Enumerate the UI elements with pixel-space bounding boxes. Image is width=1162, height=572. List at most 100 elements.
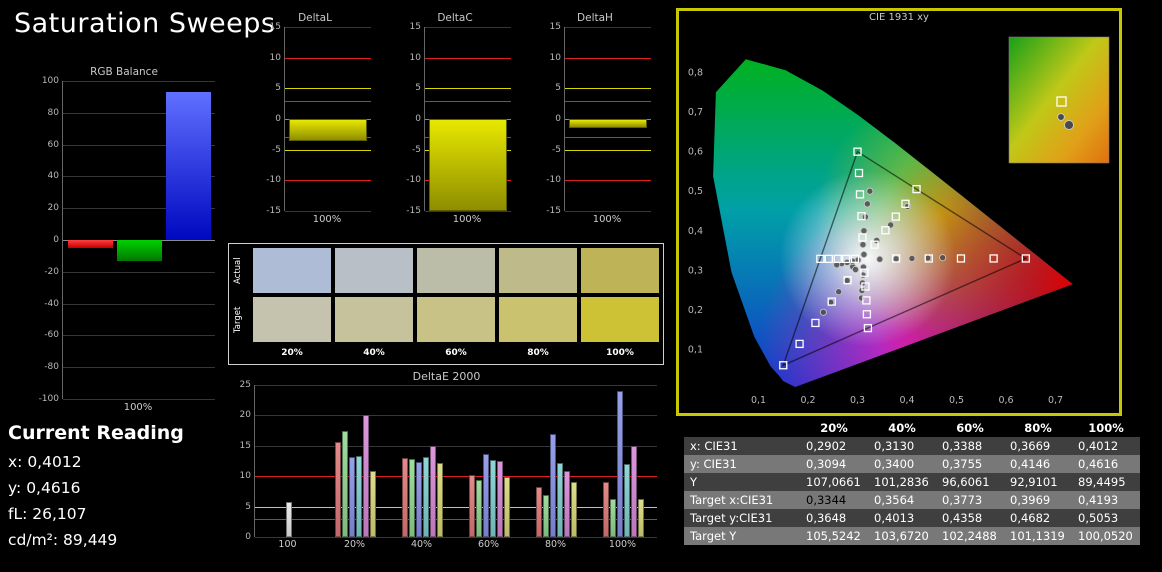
table-cell[interactable]: 0,4012: [1072, 437, 1140, 455]
table-row: x: CIE31 0,2902 0,3130 0,3388 0,3669 0,4012: [684, 437, 1140, 455]
table-cell[interactable]: 0,3400: [868, 455, 936, 473]
y-tick-label: 0: [555, 114, 561, 124]
delta-h-plot: 15 10 5 0 -5 -10 -15: [546, 22, 651, 216]
row-label: Target x:CIE31: [684, 491, 800, 509]
reference-line: [565, 149, 651, 151]
deltae-bar: [416, 461, 422, 537]
deltae-bar: [557, 462, 563, 537]
swatch-corner: [233, 346, 249, 360]
delta-l-chart: DeltaL 15 10 5 0 -5 -10 -15 100%: [256, 12, 374, 225]
table-cell[interactable]: 0,4358: [936, 509, 1004, 527]
y-tick-label: -15: [406, 206, 421, 216]
deltae-bar: [342, 430, 348, 537]
measured-circle: [835, 288, 843, 296]
column-header: 60%: [936, 419, 1004, 437]
grid-line: [285, 211, 371, 212]
grid-line: [255, 445, 657, 447]
cie-x-tick: 0,3: [850, 395, 865, 406]
table-cell[interactable]: 0,3773: [936, 491, 1004, 509]
table-cell[interactable]: 102,2488: [936, 527, 1004, 545]
target-swatch: [253, 297, 331, 342]
reference-line: [285, 57, 371, 59]
cie-1931-diagram: 0,1 0,2 0,3 0,4 0,5 0,6 0,7 0,1 0,2 0,3 0,4 0,5 0,6 0…: [688, 36, 1110, 406]
table-cell[interactable]: 96,6061: [936, 473, 1004, 491]
table-cell[interactable]: 0,3094: [800, 455, 868, 473]
x-tick-label: 20%: [343, 539, 366, 550]
grid-line: [63, 399, 215, 400]
grid-line: [63, 367, 215, 369]
delta-c-chart: DeltaC 15 10 5 0 -5 -10 -15 100%: [396, 12, 514, 225]
table-cell[interactable]: 92,9101: [1004, 473, 1072, 491]
deltae-bar: [571, 481, 577, 537]
y-tick-label: 10: [549, 52, 561, 63]
table-cell[interactable]: 0,3130: [868, 437, 936, 455]
y-tick-label: -80: [44, 362, 59, 373]
table-cell[interactable]: 100,0520: [1072, 527, 1140, 545]
reference-line: [565, 100, 651, 102]
grid-line: [565, 27, 651, 28]
y-tick-label: 25: [239, 380, 251, 390]
table-cell[interactable]: 0,3648: [800, 509, 868, 527]
table-cell[interactable]: 0,4146: [1004, 455, 1072, 473]
table-cell[interactable]: 0,3669: [1004, 437, 1072, 455]
table-cell[interactable]: 107,0661: [800, 473, 868, 491]
table-cell[interactable]: 0,3969: [1004, 491, 1072, 509]
y-tick-label: 5: [245, 501, 251, 512]
current-reading-line: cd/m²: 89,449: [8, 531, 118, 549]
cie-y-tick: 0,7: [688, 107, 703, 118]
table-cell[interactable]: 0,4013: [868, 509, 936, 527]
swatch-row-label-target: Target: [233, 306, 243, 333]
current-reading-line: y: 0,4616: [8, 479, 81, 497]
reference-line: [255, 518, 657, 520]
y-tick-label: 5: [555, 83, 561, 94]
rgb-bar: [116, 240, 162, 261]
y-tick-label: 60: [47, 139, 59, 150]
table-cell[interactable]: 103,6720: [868, 527, 936, 545]
deltae-bar: [469, 474, 475, 537]
table-cell[interactable]: 0,2902: [800, 437, 868, 455]
grid-line: [63, 303, 215, 305]
deltae-bar: [335, 441, 341, 537]
actual-swatch: [581, 248, 659, 293]
deltae-bar: [370, 470, 376, 537]
current-reading-lines: x: 0,4012 y: 0,4616 fL: 26,107 cd/m²: 89,44…: [8, 453, 184, 549]
table-cell[interactable]: 0,5053: [1072, 509, 1140, 527]
reference-line: [425, 88, 511, 90]
table-row: Target Y 105,5242 103,6720 102,2488 101,1319…: [684, 527, 1140, 545]
table-cell[interactable]: 0,3388: [936, 437, 1004, 455]
y-tick-label: -15: [266, 206, 281, 216]
table-cell[interactable]: 101,2836: [868, 473, 936, 491]
table-cell[interactable]: 105,5242: [800, 527, 868, 545]
y-tick-label: 0: [245, 532, 251, 542]
measured-circle: [904, 202, 912, 210]
measured-circle: [939, 254, 947, 262]
current-reading-line: fL: 26,107: [8, 505, 87, 523]
deltae-bar: [617, 391, 623, 537]
y-tick-label: -10: [266, 175, 281, 186]
deltae-bar: [497, 461, 503, 537]
cie-y-tick: 0,6: [688, 147, 703, 158]
column-header: 40%: [868, 419, 936, 437]
table-cell[interactable]: 0,4616: [1072, 455, 1140, 473]
deltae-bar: [476, 480, 482, 537]
measured-circle: [873, 236, 881, 244]
deltae-bar: [550, 433, 556, 537]
table-cell[interactable]: 0,4193: [1072, 491, 1140, 509]
table-cell[interactable]: 0,3344: [800, 491, 868, 509]
measured-circle: [863, 200, 871, 208]
y-tick-label: 5: [275, 83, 281, 94]
target-swatch: [417, 297, 495, 342]
y-tick-label: 0: [415, 114, 421, 124]
table-cell[interactable]: 0,4682: [1004, 509, 1072, 527]
current-reading-line: x: 0,4012: [8, 453, 82, 471]
rgb-balance-plot: 100 80 60 40 20 0 -20 -40 -60 -80 -100: [39, 76, 215, 404]
table-cell[interactable]: 101,1319: [1004, 527, 1072, 545]
rgb-balance-xlabel: 100%: [123, 402, 153, 413]
grid-line: [425, 211, 511, 212]
deltae-bar: [437, 462, 443, 537]
table-cell[interactable]: 0,3755: [936, 455, 1004, 473]
y-tick-label: 15: [269, 22, 281, 32]
column-header: 80%: [1004, 419, 1072, 437]
table-cell[interactable]: 89,4495: [1072, 473, 1140, 491]
table-cell[interactable]: 0,3564: [868, 491, 936, 509]
